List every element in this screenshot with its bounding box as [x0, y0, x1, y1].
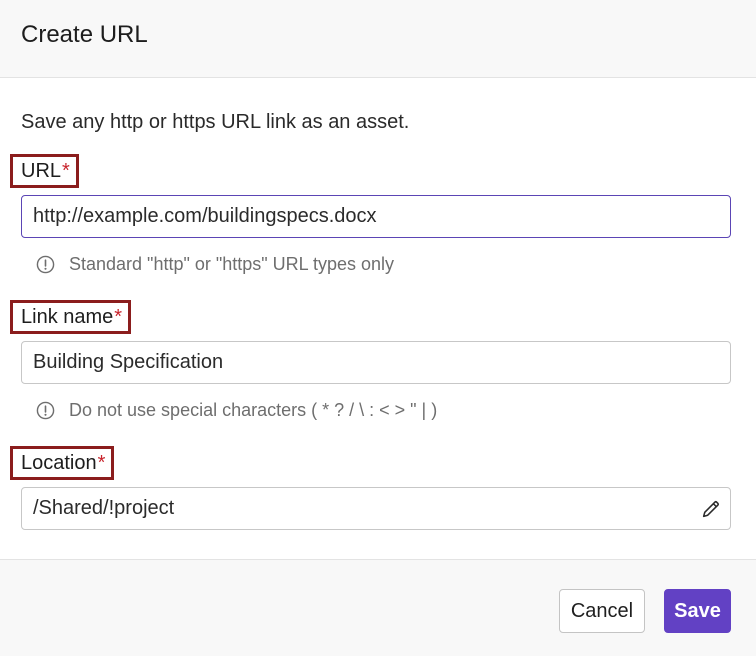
location-value: /Shared/!project	[33, 497, 175, 519]
link-name-required-mark: *	[114, 305, 123, 328]
location-required-mark: *	[97, 451, 106, 474]
link-name-label: Link name *	[10, 300, 132, 334]
cancel-button[interactable]: Cancel	[559, 589, 645, 633]
location-label: Location *	[10, 446, 115, 480]
url-hint-text: Standard "http" or "https" URL types onl…	[69, 253, 395, 274]
link-name-input[interactable]	[21, 341, 731, 384]
location-label-text: Location	[21, 451, 97, 474]
location-field[interactable]: /Shared/!project	[21, 487, 731, 530]
dialog-header: Create URL	[0, 0, 756, 78]
url-label-text: URL	[21, 159, 62, 182]
dialog-footer: Cancel Save	[0, 559, 756, 656]
pencil-icon[interactable]	[700, 498, 722, 520]
info-icon	[36, 255, 55, 273]
link-name-label-text: Link name	[21, 305, 114, 328]
url-required-mark: *	[62, 159, 70, 182]
dialog-description: Save any http or https URL link as an as…	[21, 111, 410, 133]
url-label: URL *	[10, 154, 79, 188]
url-input[interactable]	[21, 195, 731, 238]
dialog-title: Create URL	[21, 21, 148, 48]
info-icon	[36, 401, 55, 419]
url-hint: Standard "http" or "https" URL types onl…	[36, 251, 394, 277]
link-name-hint: Do not use special characters ( * ? / \ …	[36, 397, 437, 423]
save-button[interactable]: Save	[664, 589, 731, 633]
link-name-hint-text: Do not use special characters ( * ? / \ …	[69, 399, 438, 420]
